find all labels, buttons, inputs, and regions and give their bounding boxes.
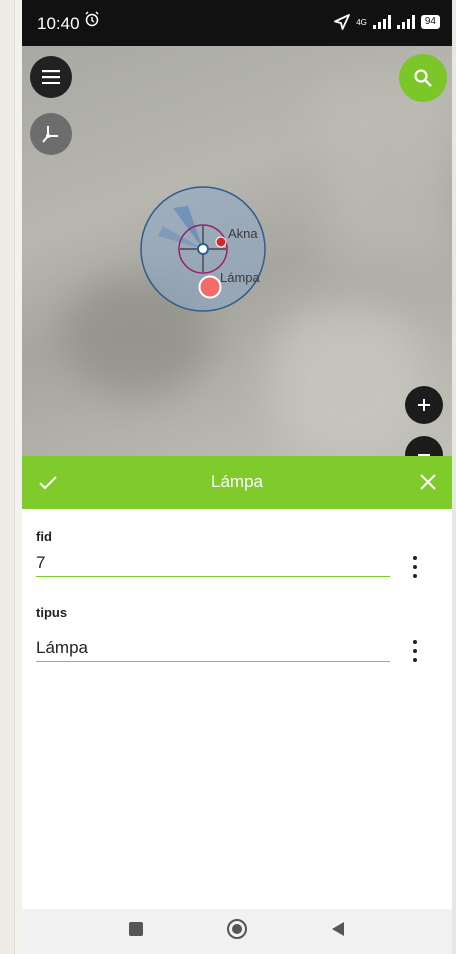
form-title: Lámpa [211,472,263,491]
status-time: 10:40 [37,14,80,33]
battery-icon: 94 [420,15,440,29]
system-nav-bar [22,909,452,954]
background-app-edge-right [452,0,456,954]
signal-icon [372,15,391,29]
field-input-fid[interactable]: 7 [36,553,390,573]
map-label-akna: Akna [228,226,258,241]
back-icon[interactable] [330,921,346,937]
network-type: 4G [356,17,367,27]
field-underline [36,576,390,577]
location-arrow-icon [334,14,351,30]
field-label-fid: fid [36,529,52,544]
field-menu-icon[interactable] [408,556,422,578]
search-icon [414,69,432,87]
home-icon[interactable] [226,918,248,940]
digitize-button[interactable] [30,113,72,155]
feature-form: fid 7 tipus Lámpa [22,509,452,909]
search-button[interactable] [399,54,447,102]
akna-point[interactable] [215,236,227,248]
status-indicators: 4G 94 [334,14,440,30]
status-bar: 10:40 4G 94 [22,0,452,46]
alarm-icon [85,11,99,27]
zoom-in-icon [418,399,430,411]
app-window: 10:40 4G 94 Akna Lámpa Lámpa fid 7 tipus… [22,0,452,954]
form-header: Lámpa [22,456,452,509]
field-underline [36,661,390,662]
menu-icon [42,70,60,84]
recents-icon[interactable] [128,921,144,937]
field-input-tipus[interactable]: Lámpa [36,638,390,658]
map-canvas[interactable]: Akna Lámpa [22,46,452,456]
background-app-edge [0,0,15,954]
zoom-in-button[interactable] [405,386,443,424]
field-label-tipus: tipus [36,605,68,620]
signal-icon-2 [396,15,415,29]
map-label-lampa: Lámpa [220,270,260,285]
menu-button[interactable] [30,56,72,98]
lampa-point[interactable] [198,275,222,299]
close-icon[interactable] [416,470,440,494]
field-menu-icon[interactable] [408,640,422,662]
digitize-icon [42,126,58,143]
